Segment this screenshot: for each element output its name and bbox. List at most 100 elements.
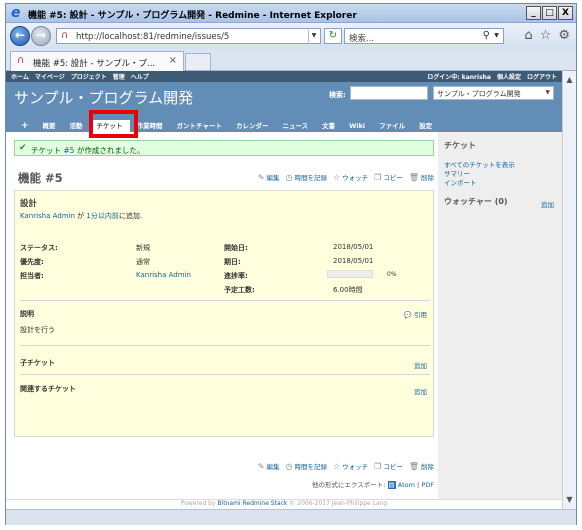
browser-search-placeholder[interactable]: 検索...	[349, 32, 374, 44]
quote-label[interactable]: 引用	[414, 311, 427, 319]
forward-icon[interactable]: →	[31, 26, 51, 46]
delete-label[interactable]: 削除	[421, 461, 434, 471]
top-menu-home[interactable]: ホーム	[11, 72, 29, 81]
tab-wiki[interactable]: Wiki	[342, 120, 372, 132]
gear-icon[interactable]: ⚙	[558, 29, 570, 42]
delete-icon: 🗑	[408, 461, 419, 471]
refresh-icon[interactable]: ↻	[324, 28, 342, 44]
tab-label[interactable]: 機能 #5: 設計 - サンプル・プ...	[33, 57, 155, 69]
atom-label[interactable]: Atom	[398, 481, 415, 489]
issue-subject: 設計	[20, 199, 38, 209]
home-icon[interactable]: ⌂	[524, 29, 532, 42]
add-watcher-link[interactable]: 追加	[541, 199, 554, 209]
navigation-bar: ← → ∩ http://localhost:81/redmine/issues…	[6, 23, 576, 49]
copy-label[interactable]: コピー	[383, 172, 403, 182]
copy-label[interactable]: コピー	[383, 461, 403, 471]
search-dropdown-icon[interactable]: ▼	[491, 30, 502, 42]
copy-button[interactable]: ❐ コピー	[374, 172, 403, 183]
atom-link[interactable]: ▤ Atom	[387, 481, 415, 489]
divider	[20, 345, 430, 346]
scroll-down-icon[interactable]: ▼	[563, 493, 576, 507]
top-menu: ホーム マイページ プロジェクト 管理 ヘルプ ログイン中: kanrisha …	[6, 71, 562, 82]
log-time-button[interactable]: ◷ 時間を記録	[285, 172, 328, 183]
star-icon: ☆	[333, 461, 341, 471]
assignee-label: 担当者:	[20, 272, 44, 280]
quick-search-input[interactable]	[350, 86, 428, 100]
ie-logo-icon: e	[11, 5, 21, 21]
priority-value: 通常	[136, 258, 150, 266]
flash-prefix: チケット	[31, 146, 61, 155]
clock-icon: ◷	[285, 172, 293, 182]
back-icon[interactable]: ←	[10, 26, 30, 46]
watch-label[interactable]: ウォッチ	[342, 461, 368, 471]
start-date-label: 開始日:	[224, 244, 248, 252]
footer: Powered by Bitnami Redmine Stack © 2006-…	[6, 499, 562, 509]
tab-documents[interactable]: 文書	[315, 120, 342, 132]
chevron-down-icon[interactable]: ▼	[545, 89, 550, 96]
progress-label: 進捗率:	[224, 272, 248, 280]
maximize-button[interactable]: □	[542, 6, 557, 20]
browser-search-box[interactable]: 検索... ⚲ ▼	[344, 28, 504, 44]
log-time-label[interactable]: 時間を記録	[295, 172, 328, 182]
author-suffix: に追加.	[118, 212, 143, 220]
edit-button[interactable]: ✎ 編集	[258, 172, 280, 183]
project-jump-select[interactable]: サンプル・プログラム開発 ▼	[433, 86, 554, 100]
top-menu-logout[interactable]: ログアウト	[527, 72, 557, 81]
favorites-icon[interactable]: ☆	[540, 29, 552, 42]
delete-button[interactable]: 🗑 削除	[408, 461, 434, 472]
tab-calendar[interactable]: カレンダー	[229, 120, 276, 132]
tab-overview[interactable]: 概要	[36, 120, 63, 132]
log-time-button[interactable]: ◷ 時間を記録	[286, 461, 328, 472]
edit-button[interactable]: ✎ 編集	[258, 461, 280, 472]
edit-label[interactable]: 編集	[267, 461, 280, 471]
minimize-button[interactable]: _	[526, 6, 541, 20]
quote-button[interactable]: 💬 引用	[404, 309, 427, 319]
created-time-link[interactable]: 1分以内前	[86, 212, 118, 220]
search-icon[interactable]: ⚲	[483, 30, 490, 42]
edit-label[interactable]: 編集	[267, 172, 280, 182]
footer-link[interactable]: Bitnami Redmine Stack	[217, 500, 287, 507]
author-link[interactable]: Kanrisha Admin	[20, 212, 75, 220]
top-menu-help[interactable]: ヘルプ	[131, 72, 149, 81]
issue-description: 設計を行う	[20, 326, 55, 334]
tab-news[interactable]: ニュース	[275, 120, 315, 132]
watch-button[interactable]: ☆ ウォッチ	[333, 172, 368, 183]
tab-close-icon[interactable]: ×	[169, 55, 177, 66]
sidebar-item-import[interactable]: インポート	[444, 177, 477, 187]
top-menu-admin[interactable]: 管理	[113, 72, 125, 81]
add-relation-link[interactable]: 追加	[414, 386, 427, 396]
scroll-up-icon[interactable]: ▲	[563, 73, 576, 87]
top-menu-my-page[interactable]: マイページ	[35, 72, 65, 81]
project-jump-value[interactable]: サンプル・プログラム開発	[437, 89, 521, 99]
estimated-time-value: 6.00時間	[333, 286, 363, 294]
watch-label[interactable]: ウォッチ	[342, 172, 368, 182]
address-dropdown-icon[interactable]: ▼	[308, 30, 319, 42]
log-time-label[interactable]: 時間を記録	[295, 461, 328, 471]
delete-label[interactable]: 削除	[421, 172, 434, 182]
flash-issue-link[interactable]: #5	[63, 146, 74, 155]
vertical-scrollbar[interactable]: ▲ ▼	[562, 71, 576, 509]
assignee-link[interactable]: Kanrisha Admin	[136, 271, 191, 279]
window-controls: _ □ X	[526, 6, 573, 20]
top-menu-projects[interactable]: プロジェクト	[71, 72, 107, 81]
add-subtask-link[interactable]: 追加	[414, 360, 427, 370]
issue-actions-bottom: ✎ 編集 ◷ 時間を記録 ☆ ウォッチ ❐ コピー 🗑 削除	[258, 461, 434, 472]
tab-gantt[interactable]: ガントチャート	[170, 120, 229, 132]
quick-search-label: 検索:	[329, 91, 346, 99]
address-url[interactable]: http://localhost:81/redmine/issues/5	[76, 32, 229, 42]
delete-button[interactable]: 🗑 削除	[409, 172, 434, 183]
tab-settings[interactable]: 設定	[412, 120, 439, 132]
browser-tab[interactable]: ∩ 機能 #5: 設計 - サンプル・プ... ×	[10, 51, 184, 71]
close-button[interactable]: X	[558, 6, 573, 20]
start-date-value: 2018/05/01	[333, 243, 374, 251]
address-bar[interactable]: ∩ http://localhost:81/redmine/issues/5 ▼	[56, 28, 321, 44]
top-menu-my-account[interactable]: 個人設定	[497, 72, 521, 81]
tab-new-object[interactable]: +	[14, 120, 36, 132]
watch-button[interactable]: ☆ ウォッチ	[333, 461, 368, 472]
copy-button[interactable]: ❐ コピー	[374, 461, 403, 472]
pdf-link[interactable]: PDF	[421, 481, 434, 489]
tab-files[interactable]: ファイル	[372, 120, 412, 132]
new-tab-button[interactable]	[185, 53, 211, 70]
tab-activity[interactable]: 活動	[63, 120, 90, 132]
flash-notice: ✔ チケット #5 が作成されました。	[14, 140, 434, 156]
